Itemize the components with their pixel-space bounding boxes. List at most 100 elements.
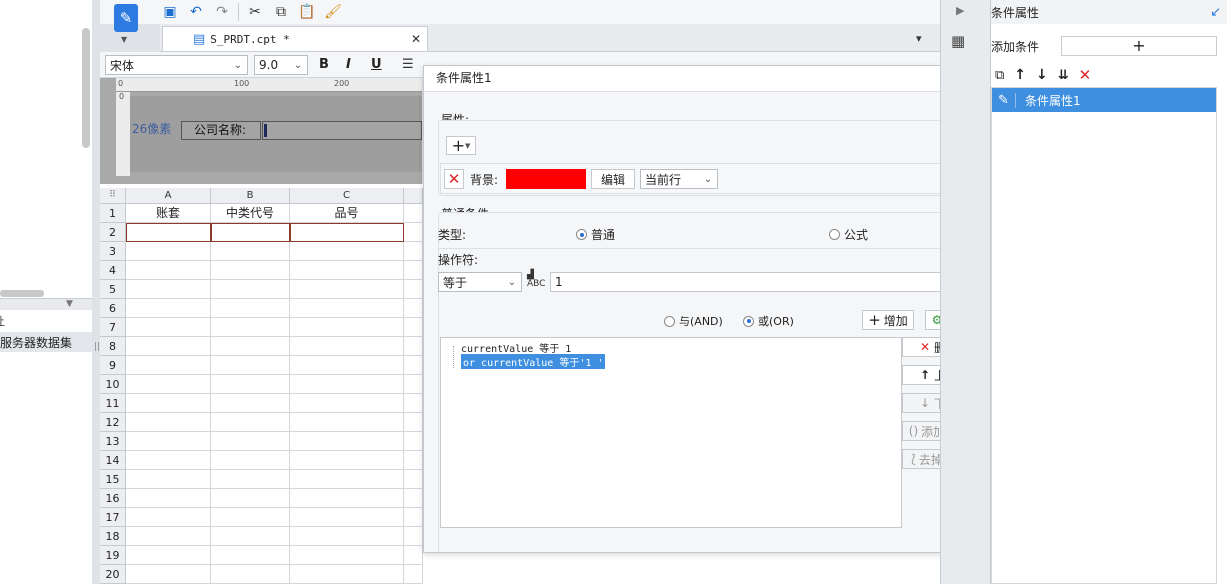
cut-icon[interactable]: ✂ [245, 2, 265, 22]
cell[interactable] [126, 356, 211, 375]
cell[interactable] [404, 508, 423, 527]
cell[interactable] [290, 375, 404, 394]
tab-file[interactable]: ▤ S_PRDT.cpt * ✕ [162, 26, 428, 51]
cell[interactable] [126, 508, 211, 527]
row-header[interactable]: 20 [100, 565, 126, 584]
cell[interactable] [404, 356, 423, 375]
row-header[interactable]: 16 [100, 489, 126, 508]
cell[interactable] [211, 280, 290, 299]
cell[interactable] [211, 527, 290, 546]
italic-button[interactable]: I [346, 57, 351, 72]
cell[interactable] [126, 318, 211, 337]
cell[interactable] [211, 356, 290, 375]
remove-property-icon[interactable]: ✕ [444, 169, 464, 189]
delete-icon[interactable]: ✕ [1079, 66, 1092, 84]
cell[interactable] [211, 565, 290, 584]
cell[interactable] [211, 432, 290, 451]
row-header[interactable]: 12 [100, 413, 126, 432]
abc-type-icon[interactable]: ▟ ABC [527, 271, 545, 289]
font-family-select[interactable]: 宋体 ⌄ [105, 55, 248, 75]
edit-button[interactable]: 编辑 [591, 169, 635, 189]
collapse-arrow-icon[interactable]: ▼ [66, 299, 73, 309]
pane-divider[interactable]: ▼ [0, 298, 92, 310]
row-header[interactable]: 11 [100, 394, 126, 413]
cell[interactable] [404, 318, 423, 337]
align-left-icon[interactable]: ☰ [402, 57, 414, 72]
edit-pencil-icon[interactable]: ✎ [992, 92, 1016, 108]
cell[interactable] [290, 451, 404, 470]
cell[interactable] [126, 337, 211, 356]
cell-attribute-icon[interactable]: ▦ [951, 32, 965, 50]
cell[interactable] [404, 413, 423, 432]
and-radio[interactable]: 与(AND) [664, 313, 723, 329]
cell[interactable] [211, 375, 290, 394]
column-header-c[interactable]: C [290, 188, 404, 204]
splitter-grip-icon[interactable]: || [94, 342, 100, 352]
condition-item[interactable]: currentValue 等于 1 [461, 340, 571, 355]
cell[interactable] [211, 223, 290, 242]
cell[interactable] [211, 318, 290, 337]
close-tab-icon[interactable]: ✕ [411, 32, 421, 46]
cell[interactable] [404, 489, 423, 508]
cell[interactable] [126, 242, 211, 261]
server-dataset-item[interactable]: 服务器数据集 [0, 332, 92, 352]
cell[interactable] [126, 280, 211, 299]
font-size-select[interactable]: 9.0 ⌄ [254, 55, 308, 75]
cell[interactable] [211, 546, 290, 565]
select-all-corner[interactable]: ⠿ [100, 188, 126, 204]
operator-select[interactable]: 等于 ⌄ [438, 272, 522, 292]
cell[interactable] [404, 223, 423, 242]
cell[interactable] [290, 508, 404, 527]
or-radio[interactable]: 或(OR) [743, 313, 794, 329]
cell[interactable] [290, 261, 404, 280]
cell[interactable] [126, 261, 211, 280]
cell[interactable] [290, 394, 404, 413]
move-bottom-icon[interactable]: ⇊ [1058, 68, 1069, 83]
undo-icon[interactable]: ↶ [186, 2, 206, 22]
cell[interactable] [126, 299, 211, 318]
background-color-swatch[interactable] [506, 169, 586, 189]
format-painter-icon[interactable]: 🖌 [323, 2, 343, 22]
row-header[interactable]: 13 [100, 432, 126, 451]
cell[interactable] [126, 546, 211, 565]
cell[interactable] [126, 489, 211, 508]
cell[interactable] [290, 565, 404, 584]
cell[interactable] [404, 451, 423, 470]
bold-button[interactable]: B [319, 57, 329, 72]
row-header[interactable]: 1 [100, 204, 126, 223]
cell[interactable] [126, 394, 211, 413]
copy-icon[interactable]: ⧉ [271, 2, 291, 22]
cell[interactable] [290, 223, 404, 242]
operand-input[interactable]: 1 [550, 272, 976, 292]
scope-select[interactable]: 当前行 ⌄ [640, 169, 718, 189]
cell[interactable] [404, 242, 423, 261]
underline-button[interactable]: U [371, 57, 382, 72]
row-header[interactable]: 9 [100, 356, 126, 375]
row-header[interactable]: 4 [100, 261, 126, 280]
cell[interactable]: 账套 [126, 204, 211, 223]
row-header[interactable]: 19 [100, 546, 126, 565]
cell[interactable] [211, 489, 290, 508]
cell[interactable] [404, 527, 423, 546]
row-header[interactable]: 15 [100, 470, 126, 489]
cell[interactable] [211, 413, 290, 432]
cell[interactable]: 中类代号 [211, 204, 290, 223]
row-header[interactable]: 8 [100, 337, 126, 356]
row-header[interactable]: 17 [100, 508, 126, 527]
cell[interactable] [290, 470, 404, 489]
cell[interactable] [211, 261, 290, 280]
arrow-down-icon[interactable]: ↓ [1036, 67, 1048, 83]
column-header-d[interactable] [404, 188, 423, 204]
dataset-item-partial[interactable]: 让 [0, 312, 92, 330]
expand-arrow-icon[interactable]: ▶ [956, 4, 964, 17]
cell[interactable] [126, 527, 211, 546]
cell[interactable] [404, 546, 423, 565]
cell[interactable] [290, 242, 404, 261]
cell[interactable] [404, 299, 423, 318]
type-normal-radio[interactable]: 普通 [576, 226, 615, 243]
cell[interactable] [211, 242, 290, 261]
cell[interactable] [404, 470, 423, 489]
cell[interactable] [290, 318, 404, 337]
vertical-scrollbar[interactable] [82, 28, 90, 148]
cell[interactable] [211, 394, 290, 413]
